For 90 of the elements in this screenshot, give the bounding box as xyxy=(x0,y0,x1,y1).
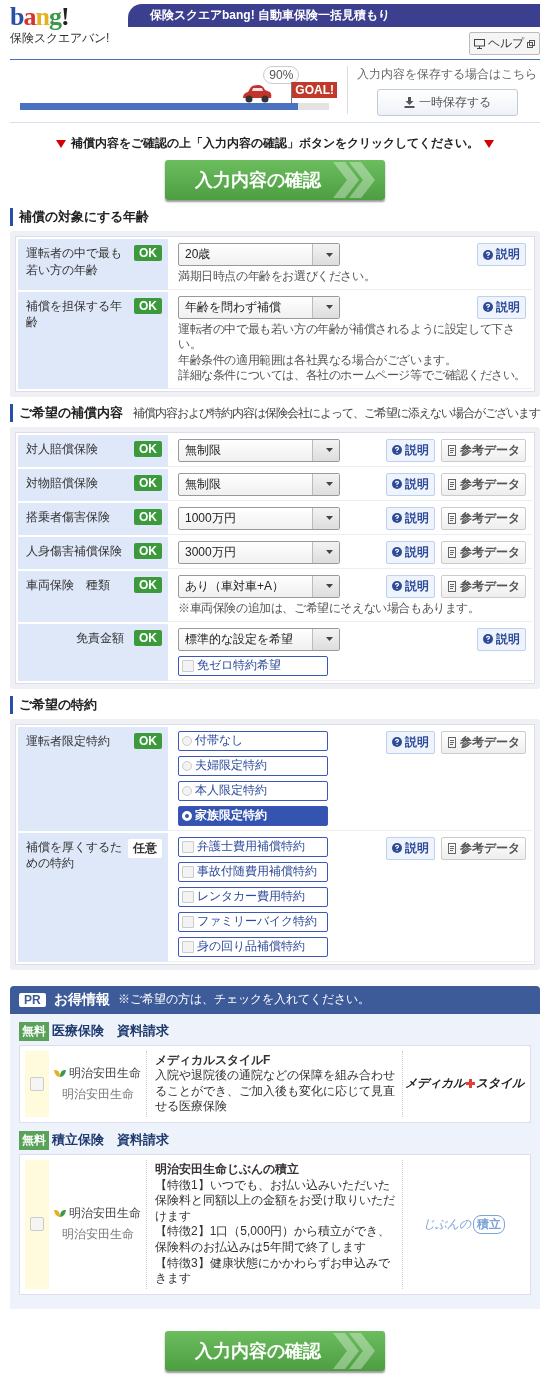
reference-data-button[interactable]: 参考データ xyxy=(441,472,526,496)
dropdown[interactable]: 標準的な設定を希望 xyxy=(178,627,340,651)
checkbox-option[interactable]: 事故付随費用補償特約 xyxy=(178,861,328,882)
promo-title: お得情報 xyxy=(53,990,110,1009)
company-name: 明治安田生命 xyxy=(61,1226,134,1244)
promo-heading: 医療保険 資料請求 xyxy=(52,1022,169,1041)
status-badge: OK xyxy=(134,732,162,749)
field-label: 搭乗者傷害保険 xyxy=(26,508,110,526)
company-logo: 明治安田生命 xyxy=(54,1064,141,1082)
explanation-button[interactable]: 説明 xyxy=(477,243,526,266)
help-button[interactable]: ヘルプ xyxy=(469,32,540,55)
status-badge: OK xyxy=(134,297,162,314)
field-label: 運転者の中で最も若い方の年齢 xyxy=(26,245,123,279)
checkbox-option[interactable]: 身の回り品補償特約 xyxy=(178,936,328,957)
status-badge: OK xyxy=(134,245,162,261)
progress-percent: 90% xyxy=(263,66,300,84)
dropdown[interactable]: 年齢を問わず補償 xyxy=(178,295,340,319)
checkbox-option[interactable]: ファミリーバイク特約 xyxy=(178,911,328,932)
product-description: 【特徴2】1口（5,000円）から積立ができ、保険料のお払込みは5年間で終了します xyxy=(155,1224,392,1256)
field-label: 車両保険 種類 xyxy=(26,576,110,594)
dropdown[interactable]: 1000万円 xyxy=(178,506,340,530)
promo-heading: 積立保険 資料請求 xyxy=(52,1131,169,1150)
field-label: 対人賠償保険 xyxy=(26,440,98,458)
status-badge: OK xyxy=(134,542,162,559)
status-badge: OK xyxy=(134,474,162,491)
radio-option[interactable]: 家族限定特約 xyxy=(178,805,328,826)
site-logo[interactable]: bang! 保険スクエアバン! xyxy=(10,4,122,55)
reference-data-button[interactable]: 参考データ xyxy=(441,730,526,754)
free-tag: 無料 xyxy=(19,1130,49,1150)
product-logo: メディカル スタイル xyxy=(404,1075,524,1093)
radio-option[interactable]: 夫婦限定特約 xyxy=(178,755,328,776)
field-label: 免責金額 xyxy=(76,629,124,647)
product-name: メディカルスタイルF xyxy=(155,1052,272,1069)
explanation-button[interactable]: 説明 xyxy=(386,836,435,860)
explanation-button[interactable]: 説明 xyxy=(386,730,435,754)
save-button[interactable]: 一時保存する xyxy=(376,89,518,116)
radio-option[interactable]: 本人限定特約 xyxy=(178,780,328,801)
section-title: ご希望の補償内容 xyxy=(19,403,123,422)
explanation-button[interactable]: 説明 xyxy=(386,506,435,530)
pr-badge: PR xyxy=(19,992,46,1007)
explanation-button[interactable]: 説明 xyxy=(477,295,526,319)
section-note: 補償内容および特約内容は保険会社によって、ご希望に添えない場合がございます xyxy=(133,404,540,422)
reference-data-button[interactable]: 参考データ xyxy=(441,438,526,462)
hint-text: ※車両保険の追加は、ご希望にそえない場合もあります。 xyxy=(178,600,481,617)
explanation-button[interactable]: 説明 xyxy=(386,540,435,564)
save-hint: 入力内容を保存する場合はこちら xyxy=(357,66,537,83)
field-label: 補償を厚くするための特約 xyxy=(26,838,123,873)
status-badge: OK xyxy=(134,629,162,646)
product-description: 【特徴3】健康状態にかかわらずお申込みできます xyxy=(155,1255,391,1287)
section-title: 補償の対象にする年齢 xyxy=(19,208,149,226)
product-description: 【特徴1】いつでも、お払い込みいただいた保険料と同額以上の金額をお受け取りいただけます xyxy=(155,1177,396,1225)
product-name: 明治安田生命じぶんの積立 xyxy=(155,1161,300,1178)
status-badge: 任意 xyxy=(128,838,162,858)
field-label: 人身傷害補償保険 xyxy=(26,542,122,560)
promo-note: ※ご希望の方は、チェックを入れてください。 xyxy=(117,991,370,1009)
reference-data-button[interactable]: 参考データ xyxy=(441,574,526,598)
dropdown[interactable]: 20歳 xyxy=(178,243,340,266)
hint-text: 詳細な条件については、各社のホームページ等でご確認ください。 xyxy=(178,368,526,384)
reference-data-button[interactable]: 参考データ xyxy=(441,506,526,530)
dropdown[interactable]: あり（車対車+A） xyxy=(178,574,340,598)
reference-data-button[interactable]: 参考データ xyxy=(441,836,526,860)
explanation-button[interactable]: 説明 xyxy=(477,627,526,651)
explanation-button[interactable]: 説明 xyxy=(386,438,435,462)
status-badge: OK xyxy=(134,576,162,593)
section-title: ご希望の特約 xyxy=(19,695,97,714)
field-label: 対物賠償保険 xyxy=(26,474,98,492)
product-description: 入院や退院後の通院などの保障を組み合わせることができ、ご加入後も変化に応じて見直せる医療保険 xyxy=(155,1068,396,1115)
radio-option[interactable]: 付帯なし xyxy=(178,730,328,751)
page-title: 保険スクエアbang! 自動車保険一括見積もり xyxy=(128,4,540,27)
hint-text: 運転者の中で最も若い方の年齢が補償されるように設定して下さい。 xyxy=(178,321,516,353)
company-name: 明治安田生命 xyxy=(61,1085,134,1103)
status-badge: OK xyxy=(134,440,162,457)
explanation-button[interactable]: 説明 xyxy=(386,574,435,598)
reference-data-button[interactable]: 参考データ xyxy=(441,540,526,564)
checkbox-option[interactable]: 免ゼロ特約希望 xyxy=(178,655,328,676)
dropdown[interactable]: 3000万円 xyxy=(178,540,340,564)
field-label: 運転者限定特約 xyxy=(26,732,110,750)
dropdown[interactable]: 無制限 xyxy=(178,472,340,496)
field-label: 補償を担保する年齢 xyxy=(26,297,123,332)
checkbox-option[interactable]: 弁護士費用補償特約 xyxy=(178,836,328,857)
hint-text: 満期日時点の年齢をお選びください。 xyxy=(178,269,377,285)
instruction-text: 補償内容をご確認の上「入力内容の確認」ボタンをクリックしてください。 xyxy=(71,135,479,152)
company-logo: 明治安田生命 xyxy=(54,1205,141,1223)
status-badge: OK xyxy=(134,508,162,525)
hint-text: 年齢条件の適用範囲は各社異なる場合がございます。 xyxy=(178,352,458,369)
product-logo: じぶんの 積立 xyxy=(423,1214,505,1234)
free-tag: 無料 xyxy=(19,1021,49,1041)
checkbox-option[interactable]: レンタカー費用特約 xyxy=(178,886,328,907)
dropdown[interactable]: 無制限 xyxy=(178,438,340,462)
explanation-button[interactable]: 説明 xyxy=(386,472,435,496)
